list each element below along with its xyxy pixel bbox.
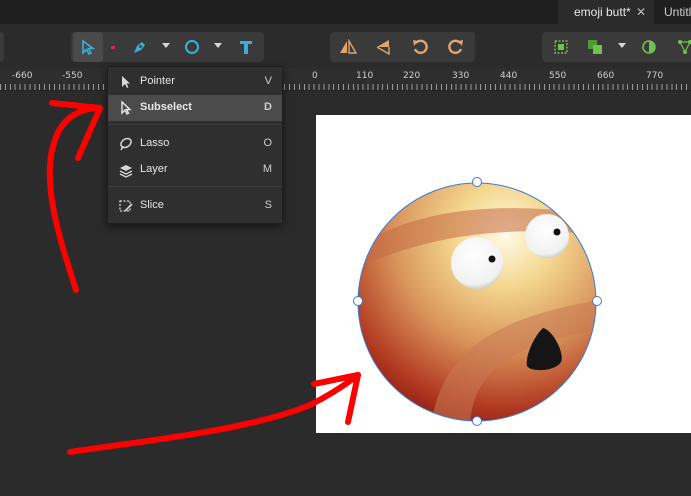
menu-item-shortcut: V (264, 75, 272, 87)
menu-item-shortcut: M (262, 163, 272, 175)
menu-item-slice[interactable]: Slice S (108, 193, 282, 219)
right-pupil (553, 228, 561, 236)
selection-tool-menu: Pointer V Subselect D Lasso O Layer M Sl… (107, 66, 283, 224)
subselect-icon (121, 100, 132, 115)
menu-item-lasso[interactable]: Lasso O (108, 131, 282, 157)
menu-item-shortcut: D (264, 101, 272, 113)
selection-handle[interactable] (592, 296, 602, 306)
layer-icon (119, 165, 133, 178)
menu-item-shortcut: O (263, 137, 272, 149)
menu-item-label: Lasso (140, 137, 170, 149)
menu-item-label: Subselect (140, 101, 192, 113)
lasso-icon (120, 137, 132, 151)
menu-item-pointer[interactable]: Pointer V (108, 69, 282, 95)
left-eye (451, 237, 503, 289)
menu-item-label: Layer (140, 163, 168, 175)
menu-item-label: Slice (140, 199, 164, 211)
selection-handle[interactable] (472, 177, 482, 187)
right-eye (525, 214, 569, 258)
menu-item-subselect[interactable]: Subselect D (108, 95, 282, 121)
menu-divider (108, 186, 282, 187)
menu-item-layer[interactable]: Layer M (108, 157, 282, 183)
emoji-artwork[interactable] (0, 0, 691, 496)
menu-item-shortcut: S (264, 199, 272, 211)
menu-divider (108, 124, 282, 125)
slice-icon (119, 200, 133, 212)
selection-handle[interactable] (353, 296, 363, 306)
selection-handle[interactable] (472, 416, 482, 426)
pointer-icon (122, 76, 130, 88)
menu-item-label: Pointer (140, 75, 175, 87)
left-pupil (488, 255, 496, 263)
